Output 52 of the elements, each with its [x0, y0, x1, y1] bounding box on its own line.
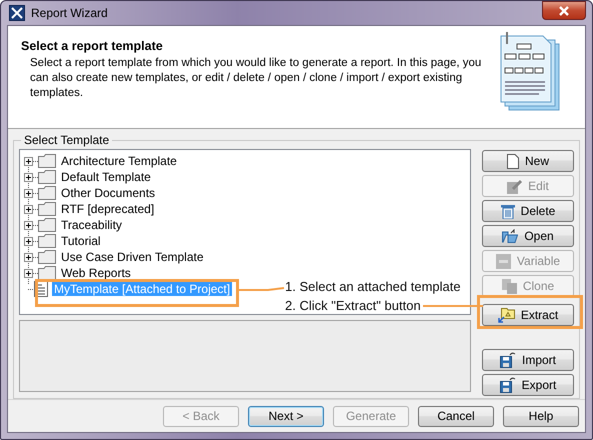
- expand-icon[interactable]: [24, 220, 33, 230]
- dialog-button[interactable]: Next >: [248, 406, 324, 426]
- close-button[interactable]: [542, 1, 586, 20]
- close-icon: [558, 6, 570, 16]
- side-button[interactable]: Extract: [482, 304, 574, 326]
- expand-icon[interactable]: [24, 236, 33, 246]
- tree-item[interactable]: Traceability: [59, 218, 124, 232]
- tree-item[interactable]: Web Reports: [59, 266, 133, 280]
- folder-icon: [38, 170, 56, 184]
- side-button[interactable]: Export: [482, 374, 574, 396]
- folder-icon: [38, 202, 56, 216]
- app-icon: [9, 5, 25, 21]
- annotation-text: 1. Select an attached template: [285, 279, 461, 294]
- trash-icon: [500, 203, 515, 219]
- annotation-text: 2. Click "Extract" button: [285, 298, 421, 313]
- folder-icon: [38, 234, 56, 248]
- side-button[interactable]: Import: [482, 349, 574, 371]
- tree-item[interactable]: Use Case Driven Template: [59, 250, 206, 264]
- tree-item[interactable]: Architecture Template: [59, 154, 179, 168]
- folder-icon: [38, 218, 56, 232]
- leader-line: [423, 303, 483, 309]
- dialog-button[interactable]: Cancel: [418, 406, 494, 426]
- folder-icon: [38, 250, 56, 264]
- expand-icon[interactable]: [24, 252, 33, 262]
- group-title: Select Template: [23, 133, 110, 147]
- folder-icon: [38, 154, 56, 168]
- disk-icon: [500, 377, 516, 393]
- tree-item[interactable]: Default Template: [59, 170, 153, 184]
- disk-icon: [500, 352, 516, 368]
- folder-icon: [38, 266, 56, 280]
- expand-icon[interactable]: [24, 188, 33, 198]
- variable-icon: [496, 254, 511, 268]
- window-title: Report Wizard: [31, 6, 108, 20]
- copy-icon: [502, 278, 517, 294]
- side-button[interactable]: New: [482, 150, 574, 172]
- tree-item[interactable]: RTF [deprecated]: [59, 202, 156, 216]
- page-icon: [506, 154, 519, 168]
- pencil-icon: [507, 178, 522, 194]
- expand-icon[interactable]: [24, 204, 33, 214]
- folder-icon: [502, 229, 518, 243]
- expand-icon[interactable]: [24, 172, 33, 182]
- header-title: Select a report template: [21, 39, 164, 53]
- expand-icon[interactable]: [24, 268, 33, 278]
- tree-item[interactable]: Tutorial: [59, 234, 103, 248]
- dialog-button[interactable]: Help: [503, 406, 579, 426]
- tree-item[interactable]: Other Documents: [59, 186, 158, 200]
- header-description: Select a report template from which you would like to generate a report. In this page, you can also create new templates, or edit / delete / open / clone / import / export existing templates.: [30, 56, 482, 101]
- expand-icon[interactable]: [24, 156, 33, 166]
- side-button[interactable]: Delete: [482, 200, 574, 222]
- side-button[interactable]: Open: [482, 225, 574, 247]
- folder-icon: [38, 186, 56, 200]
- extract-icon: [498, 307, 515, 323]
